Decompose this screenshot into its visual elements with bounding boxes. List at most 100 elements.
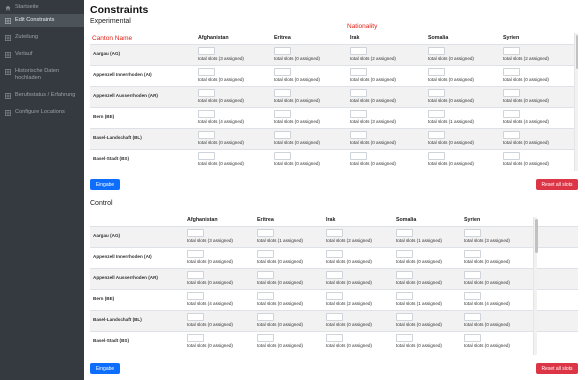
slot-input[interactable]	[257, 291, 274, 300]
slot-input[interactable]	[326, 312, 343, 321]
slot-cell: total slots (2 assigned)	[323, 289, 393, 310]
slot-input[interactable]	[503, 67, 520, 76]
slot-input[interactable]	[503, 151, 520, 160]
slot-input[interactable]	[503, 46, 520, 55]
slot-input[interactable]	[198, 151, 215, 160]
slot-input[interactable]	[187, 228, 204, 237]
slot-input[interactable]	[187, 333, 204, 342]
column-header: Syrien	[503, 35, 520, 42]
slot-input[interactable]	[198, 88, 215, 97]
slot-input[interactable]	[396, 312, 413, 321]
slot-input[interactable]	[187, 291, 204, 300]
slot-input[interactable]	[464, 312, 481, 321]
slot-count-text: total slots (1 assigned)	[257, 237, 303, 243]
slot-input[interactable]	[274, 46, 291, 55]
slot-input[interactable]	[396, 291, 413, 300]
slot-count-text: total slots (0 assigned)	[503, 97, 549, 103]
slot-input[interactable]	[187, 249, 204, 258]
slot-input[interactable]	[187, 270, 204, 279]
slot-input[interactable]	[464, 228, 481, 237]
slot-input[interactable]	[396, 270, 413, 279]
experimental-reset-button[interactable]: Reset all slots	[536, 179, 578, 190]
slot-cell: total slots (0 assigned)	[184, 331, 254, 352]
slot-input[interactable]	[464, 270, 481, 279]
sidebar-item-berufsstatus[interactable]: Berufsstatus / Erfahrung	[0, 89, 84, 102]
slot-input[interactable]	[428, 46, 445, 55]
slot-input[interactable]	[198, 109, 215, 118]
slot-count-text: total slots (3 assigned)	[464, 237, 510, 243]
slot-count-text: total slots (2 assigned)	[326, 237, 372, 243]
slot-input[interactable]	[326, 270, 343, 279]
sidebar-item-configure-locations[interactable]: Configure Locations	[0, 106, 84, 119]
slot-input[interactable]	[187, 312, 204, 321]
control-scrollbar[interactable]	[533, 217, 538, 355]
slot-input[interactable]	[464, 291, 481, 300]
slot-input[interactable]	[257, 228, 274, 237]
sidebar-item-label: Edit Constraints	[15, 17, 55, 23]
slot-input[interactable]	[274, 88, 291, 97]
slot-input[interactable]	[257, 249, 274, 258]
slot-input[interactable]	[503, 109, 520, 118]
slot-input[interactable]	[274, 109, 291, 118]
slot-input[interactable]	[326, 249, 343, 258]
slot-count-text: total slots (0 assigned)	[503, 160, 549, 166]
canton-column-header	[90, 215, 184, 226]
slot-input[interactable]	[198, 67, 215, 76]
slot-cell: total slots (0 assigned)	[254, 310, 323, 331]
canton-name: Aargau (AG)	[93, 232, 121, 238]
slot-input[interactable]	[326, 333, 343, 342]
slot-input[interactable]	[326, 291, 343, 300]
slot-input[interactable]	[198, 46, 215, 55]
control-section-title: Control	[90, 200, 113, 207]
slot-cell: total slots (0 assigned)	[425, 44, 500, 65]
sidebar-item-edit-constraints[interactable]: Edit Constraints	[0, 14, 84, 27]
experimental-scrollbar[interactable]	[574, 33, 578, 171]
control-submit-button[interactable]: Eingabe	[90, 363, 120, 374]
slot-input[interactable]	[350, 67, 367, 76]
slot-input[interactable]	[350, 46, 367, 55]
sidebar-item-label: Configure Locations	[15, 109, 65, 115]
slot-input[interactable]	[428, 130, 445, 139]
slot-input[interactable]	[198, 130, 215, 139]
sidebar-item-verlauf[interactable]: Verlauf	[0, 48, 84, 61]
sidebar-item-label: Verlauf	[15, 51, 33, 57]
sidebar-item-startseite[interactable]: Startseite	[0, 1, 84, 14]
slot-input[interactable]	[396, 228, 413, 237]
slot-input[interactable]	[396, 249, 413, 258]
slot-input[interactable]	[350, 88, 367, 97]
slot-input[interactable]	[503, 130, 520, 139]
slot-count-text: total slots (0 assigned)	[187, 321, 233, 327]
sidebar-item-historische-daten[interactable]: Historische Daten hochladen	[0, 65, 84, 85]
slot-input[interactable]	[274, 151, 291, 160]
slot-count-text: total slots (0 assigned)	[396, 279, 442, 285]
slot-input[interactable]	[428, 151, 445, 160]
slot-input[interactable]	[464, 249, 481, 258]
slot-cell: total slots (0 assigned)	[195, 65, 271, 86]
slot-input[interactable]	[428, 109, 445, 118]
slot-input[interactable]	[274, 130, 291, 139]
slot-input[interactable]	[326, 228, 343, 237]
slot-input[interactable]	[464, 333, 481, 342]
slot-input[interactable]	[257, 312, 274, 321]
experimental-submit-button[interactable]: Eingabe	[90, 179, 120, 190]
slot-cell: total slots (0 assigned)	[461, 247, 578, 268]
slot-cell: total slots (1 assigned)	[425, 107, 500, 128]
slot-input[interactable]	[257, 270, 274, 279]
table-row: Bern (BE) total slots (4 assigned) total s…	[90, 289, 578, 310]
slot-count-text: total slots (3 assigned)	[350, 118, 396, 124]
slot-input[interactable]	[350, 130, 367, 139]
slot-input[interactable]	[274, 67, 291, 76]
table-row: Appenzell Innerrhoden (AI) total slots (0…	[90, 247, 578, 268]
scroll-thumb[interactable]	[534, 219, 538, 253]
column-header: Irak	[326, 217, 336, 224]
slot-input[interactable]	[350, 151, 367, 160]
scroll-thumb[interactable]	[575, 35, 578, 69]
sidebar-item-zuteilung[interactable]: Zuteilung	[0, 31, 84, 44]
slot-input[interactable]	[428, 88, 445, 97]
slot-input[interactable]	[350, 109, 367, 118]
slot-input[interactable]	[257, 333, 274, 342]
slot-input[interactable]	[428, 67, 445, 76]
control-reset-button[interactable]: Reset all slots	[536, 363, 578, 374]
slot-input[interactable]	[503, 88, 520, 97]
slot-input[interactable]	[396, 333, 413, 342]
